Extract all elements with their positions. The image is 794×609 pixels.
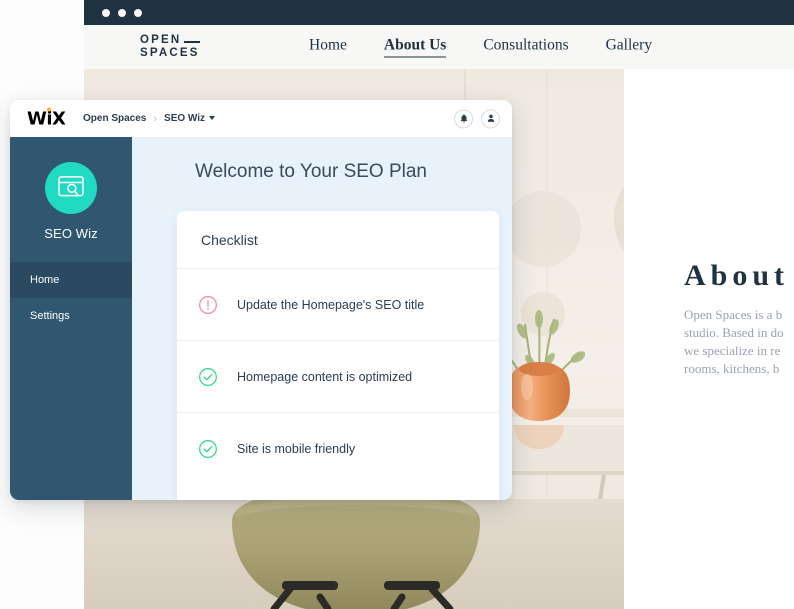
- checklist-item-label: Homepage content is optimized: [237, 369, 413, 384]
- checklist-item-seo-title[interactable]: Update the Homepage's SEO title: [177, 268, 499, 340]
- wix-body: SEO Wiz Home Settings Welcome to Your SE…: [10, 137, 512, 500]
- checklist-item-mobile-friendly[interactable]: Site is mobile friendly: [177, 412, 499, 484]
- about-heading: About: [684, 259, 790, 292]
- page-title: Welcome to Your SEO Plan: [195, 161, 427, 182]
- minimize-dot-icon[interactable]: [118, 8, 126, 17]
- breadcrumb: Open Spaces › SEO Wiz: [83, 112, 216, 125]
- sidebar-item-settings-label: Settings: [30, 310, 70, 322]
- wix-logo[interactable]: Wi X: [27, 107, 66, 129]
- bell-icon: [460, 114, 467, 123]
- wix-main-content: Welcome to Your SEO Plan Checklist Updat…: [132, 137, 512, 500]
- wix-sidebar: SEO Wiz Home Settings: [10, 137, 132, 500]
- avatar: [45, 162, 97, 214]
- site-nav-links: Home About Us Consultations Gallery: [309, 37, 652, 58]
- breadcrumb-app-label: SEO Wiz: [164, 113, 206, 124]
- alert-circle-icon: [199, 295, 217, 314]
- checklist-items: Update the Homepage's SEO title Homepage…: [177, 268, 499, 484]
- breadcrumb-separator-icon: ›: [153, 112, 158, 125]
- wix-logo-dot-icon: [47, 107, 52, 111]
- screenshot-root: OPEN SPACES Home About Us Consultations …: [0, 0, 794, 609]
- wix-dashboard-panel: Wi X Open Spaces › SEO Wiz SEO Wiz Home …: [10, 100, 512, 500]
- logo-dash-icon: [184, 40, 201, 44]
- sidebar-nav: Home Settings: [10, 262, 132, 334]
- site-logo-line2: SPACES: [140, 47, 200, 59]
- check-circle-icon: [199, 367, 217, 386]
- app-identity: SEO Wiz: [10, 137, 132, 241]
- checklist-item-label: Site is mobile friendly: [237, 441, 356, 456]
- site-logo-line1: OPEN: [140, 34, 182, 46]
- sidebar-item-home[interactable]: Home: [10, 262, 132, 298]
- sidebar-item-settings[interactable]: Settings: [10, 298, 132, 334]
- breadcrumb-app[interactable]: SEO Wiz: [164, 113, 216, 124]
- browser-title-bar: [84, 0, 794, 25]
- about-section: About Open Spaces is a b studio. Based i…: [624, 69, 794, 609]
- top-bar-actions: [454, 109, 500, 128]
- about-paragraph: Open Spaces is a b studio. Based in do w…: [684, 307, 784, 376]
- nav-item-consultations[interactable]: Consultations: [483, 37, 568, 55]
- sidebar-item-home-label: Home: [30, 274, 60, 286]
- person-icon: [487, 114, 494, 122]
- checklist-item-label: Update the Homepage's SEO title: [237, 297, 425, 312]
- nav-item-home[interactable]: Home: [309, 37, 347, 55]
- site-logo[interactable]: OPEN SPACES: [140, 34, 201, 60]
- breadcrumb-site[interactable]: Open Spaces: [83, 113, 146, 124]
- close-dot-icon[interactable]: [102, 8, 110, 17]
- chevron-down-icon[interactable]: [209, 116, 216, 121]
- notifications-button[interactable]: [454, 109, 473, 128]
- check-circle-icon: [199, 439, 217, 458]
- account-button[interactable]: [481, 109, 500, 128]
- maximize-dot-icon[interactable]: [134, 8, 142, 17]
- checklist-item-homepage-content[interactable]: Homepage content is optimized: [177, 340, 499, 412]
- checklist-card: Checklist Update the Homepage's SEO titl…: [177, 211, 499, 500]
- nav-item-about-us[interactable]: About Us: [383, 37, 447, 58]
- wix-top-bar: Wi X Open Spaces › SEO Wiz: [10, 100, 512, 137]
- seo-window-search-icon: [58, 176, 84, 197]
- site-navigation-bar: OPEN SPACES Home About Us Consultations …: [84, 25, 794, 69]
- checklist-title: Checklist: [201, 232, 258, 248]
- nav-item-gallery[interactable]: Gallery: [606, 37, 652, 55]
- app-name: SEO Wiz: [44, 226, 98, 241]
- window-controls[interactable]: [102, 8, 142, 17]
